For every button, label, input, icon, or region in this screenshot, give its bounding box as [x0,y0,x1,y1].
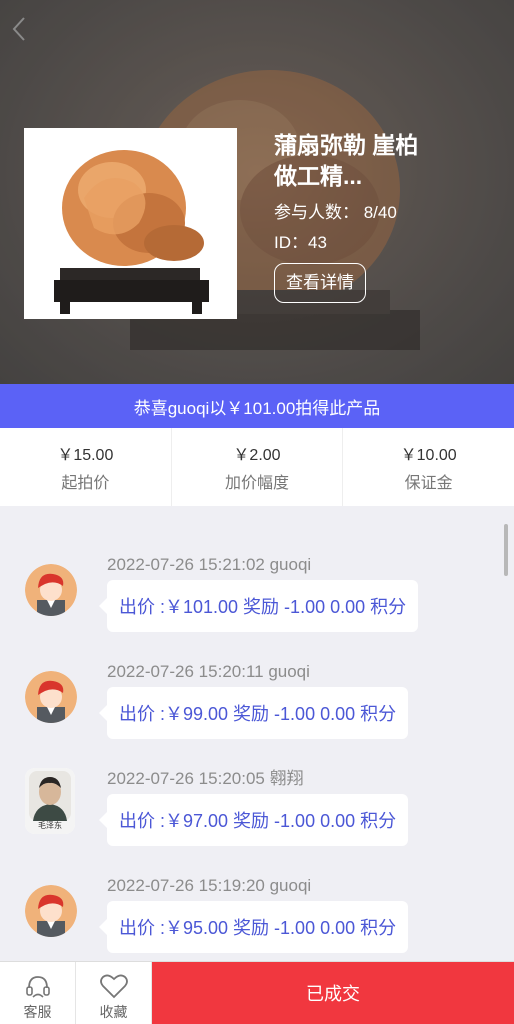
back-arrow-icon[interactable] [8,14,30,44]
stat-increment: ￥2.00 加价幅度 [172,428,344,506]
view-details-button[interactable]: 查看详情 [274,263,366,303]
stat-value: ￥10.00 [400,447,457,464]
bid-item: 2022-07-26 15:20:11 guoqi 出价 :￥99.00 奖励 … [0,653,514,760]
avatar: 毛泽东 [25,768,75,834]
product-hero: 蒲扇弥勒 崖柏 做工精... 参与人数： 8/40 ID：43 查看详情 [0,0,514,384]
customer-service-label: 客服 [23,1004,52,1020]
bid-item: 2022-07-26 15:19:20 guoqi 出价 :￥95.00 奖励 … [0,867,514,961]
bid-item: 2022-07-26 15:21:02 guoqi 出价 :￥101.00 奖励… [0,546,514,653]
cartoon-avatar-icon [25,885,77,937]
favorite-label: 收藏 [99,1004,128,1020]
stat-label: 保证金 [404,475,453,492]
stat-starting-price: ￥15.00 起拍价 [0,428,172,506]
bid-history-list[interactable]: 2022-07-26 15:21:02 guoqi 出价 :￥101.00 奖励… [0,506,514,961]
bottom-action-bar: 客服 收藏 已成交 [0,961,514,1024]
stat-label: 起拍价 [61,475,110,492]
winner-banner: 恭喜guoqi以￥101.00拍得此产品 [0,384,514,428]
avatar [25,885,77,937]
avatar [25,564,77,616]
bid-item: 毛泽东 2022-07-26 15:20:05 翱翔 出价 :￥97.00 奖励… [0,760,514,867]
bid-time-user: 2022-07-26 15:21:02 guoqi [107,555,312,574]
bid-detail-bubble: 出价 :￥99.00 奖励 -1.00 0.00 积分 [98,687,409,739]
stat-deposit: ￥10.00 保证金 [343,428,514,506]
bid-time-user: 2022-07-26 15:20:05 翱翔 [107,769,304,788]
avatar [25,671,77,723]
heart-icon [99,974,128,999]
stat-label: 加价幅度 [225,475,290,492]
headset-icon [25,976,50,998]
auction-stats: ￥15.00 起拍价 ￥2.00 加价幅度 ￥10.00 保证金 [0,428,514,506]
stat-value: ￥2.00 [233,447,281,464]
product-thumbnail[interactable] [24,128,237,319]
bid-detail-bubble: 出价 :￥101.00 奖励 -1.00 0.00 积分 [98,580,419,632]
participants-count: 参与人数： 8/40 [274,203,397,222]
product-id: ID：43 [274,233,327,252]
cartoon-avatar-icon [25,564,77,616]
stat-value: ￥15.00 [57,447,114,464]
product-info: 蒲扇弥勒 崖柏 做工精... 参与人数： 8/40 ID：43 查看详情 [274,130,434,303]
product-title: 蒲扇弥勒 崖柏 做工精... [274,132,419,189]
winner-banner-text: 恭喜guoqi以￥101.00拍得此产品 [133,398,381,418]
product-image [24,128,237,319]
deal-status-button[interactable]: 已成交 [152,962,514,1024]
avatar-caption: 毛泽东 [38,821,62,830]
cartoon-avatar-icon [25,671,77,723]
bid-time-user: 2022-07-26 15:19:20 guoqi [107,876,312,895]
deal-status-label: 已成交 [306,984,360,1004]
favorite-button[interactable]: 收藏 [76,962,152,1024]
bid-detail-bubble: 出价 :￥97.00 奖励 -1.00 0.00 积分 [98,794,409,846]
customer-service-button[interactable]: 客服 [0,962,76,1024]
bid-time-user: 2022-07-26 15:20:11 guoqi [107,662,310,681]
bid-detail-bubble: 出价 :￥95.00 奖励 -1.00 0.00 积分 [98,901,409,953]
